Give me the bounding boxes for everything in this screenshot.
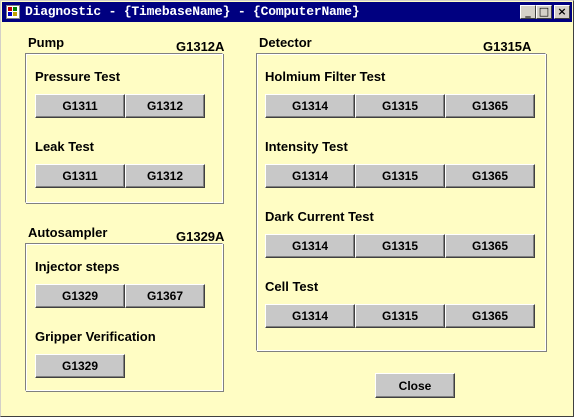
pump-group-label: Pump <box>28 35 65 50</box>
close-window-button[interactable]: × <box>554 5 570 19</box>
leak-test-g1312-button[interactable]: G1312 <box>125 164 205 188</box>
title-bar[interactable]: Diagnostic - {TimebaseName} - {ComputerN… <box>2 2 572 22</box>
injector-steps-g1329-button[interactable]: G1329 <box>35 284 125 308</box>
cell-test-label: Cell Test <box>265 279 319 294</box>
pump-model-label: G1312A <box>176 39 225 54</box>
intensity-g1314-button[interactable]: G1314 <box>265 164 355 188</box>
cell-test-g1315-button[interactable]: G1315 <box>355 304 445 328</box>
cell-test-g1365-button[interactable]: G1365 <box>445 304 535 328</box>
holmium-g1314-button[interactable]: G1314 <box>265 94 355 118</box>
dark-current-g1315-button[interactable]: G1315 <box>355 234 445 258</box>
maximize-button[interactable]: □ <box>536 5 552 19</box>
holmium-filter-test-label: Holmium Filter Test <box>265 69 386 84</box>
injector-steps-g1367-button[interactable]: G1367 <box>125 284 205 308</box>
intensity-test-label: Intensity Test <box>265 139 348 154</box>
app-icon <box>6 5 20 19</box>
dark-current-test-label: Dark Current Test <box>265 209 374 224</box>
holmium-g1365-button[interactable]: G1365 <box>445 94 535 118</box>
injector-steps-label: Injector steps <box>35 259 120 274</box>
pressure-test-g1311-button[interactable]: G1311 <box>35 94 125 118</box>
diagnostic-window: Diagnostic - {TimebaseName} - {ComputerN… <box>0 0 574 417</box>
gripper-verification-g1329-button[interactable]: G1329 <box>35 354 125 378</box>
gripper-verification-label: Gripper Verification <box>35 329 156 344</box>
cell-test-g1314-button[interactable]: G1314 <box>265 304 355 328</box>
minimize-button[interactable]: _ <box>520 5 536 19</box>
intensity-g1315-button[interactable]: G1315 <box>355 164 445 188</box>
dark-current-g1365-button[interactable]: G1365 <box>445 234 535 258</box>
dark-current-g1314-button[interactable]: G1314 <box>265 234 355 258</box>
detector-group-label: Detector <box>259 35 312 50</box>
pressure-test-label: Pressure Test <box>35 69 121 84</box>
detector-model-label: G1315A <box>483 39 532 54</box>
window-title: Diagnostic - {TimebaseName} - {ComputerN… <box>25 4 360 19</box>
autosampler-group-label: Autosampler <box>28 225 108 240</box>
intensity-g1365-button[interactable]: G1365 <box>445 164 535 188</box>
close-button[interactable]: Close <box>375 373 455 398</box>
pressure-test-g1312-button[interactable]: G1312 <box>125 94 205 118</box>
holmium-g1315-button[interactable]: G1315 <box>355 94 445 118</box>
leak-test-label: Leak Test <box>35 139 95 154</box>
autosampler-model-label: G1329A <box>176 229 225 244</box>
leak-test-g1311-button[interactable]: G1311 <box>35 164 125 188</box>
